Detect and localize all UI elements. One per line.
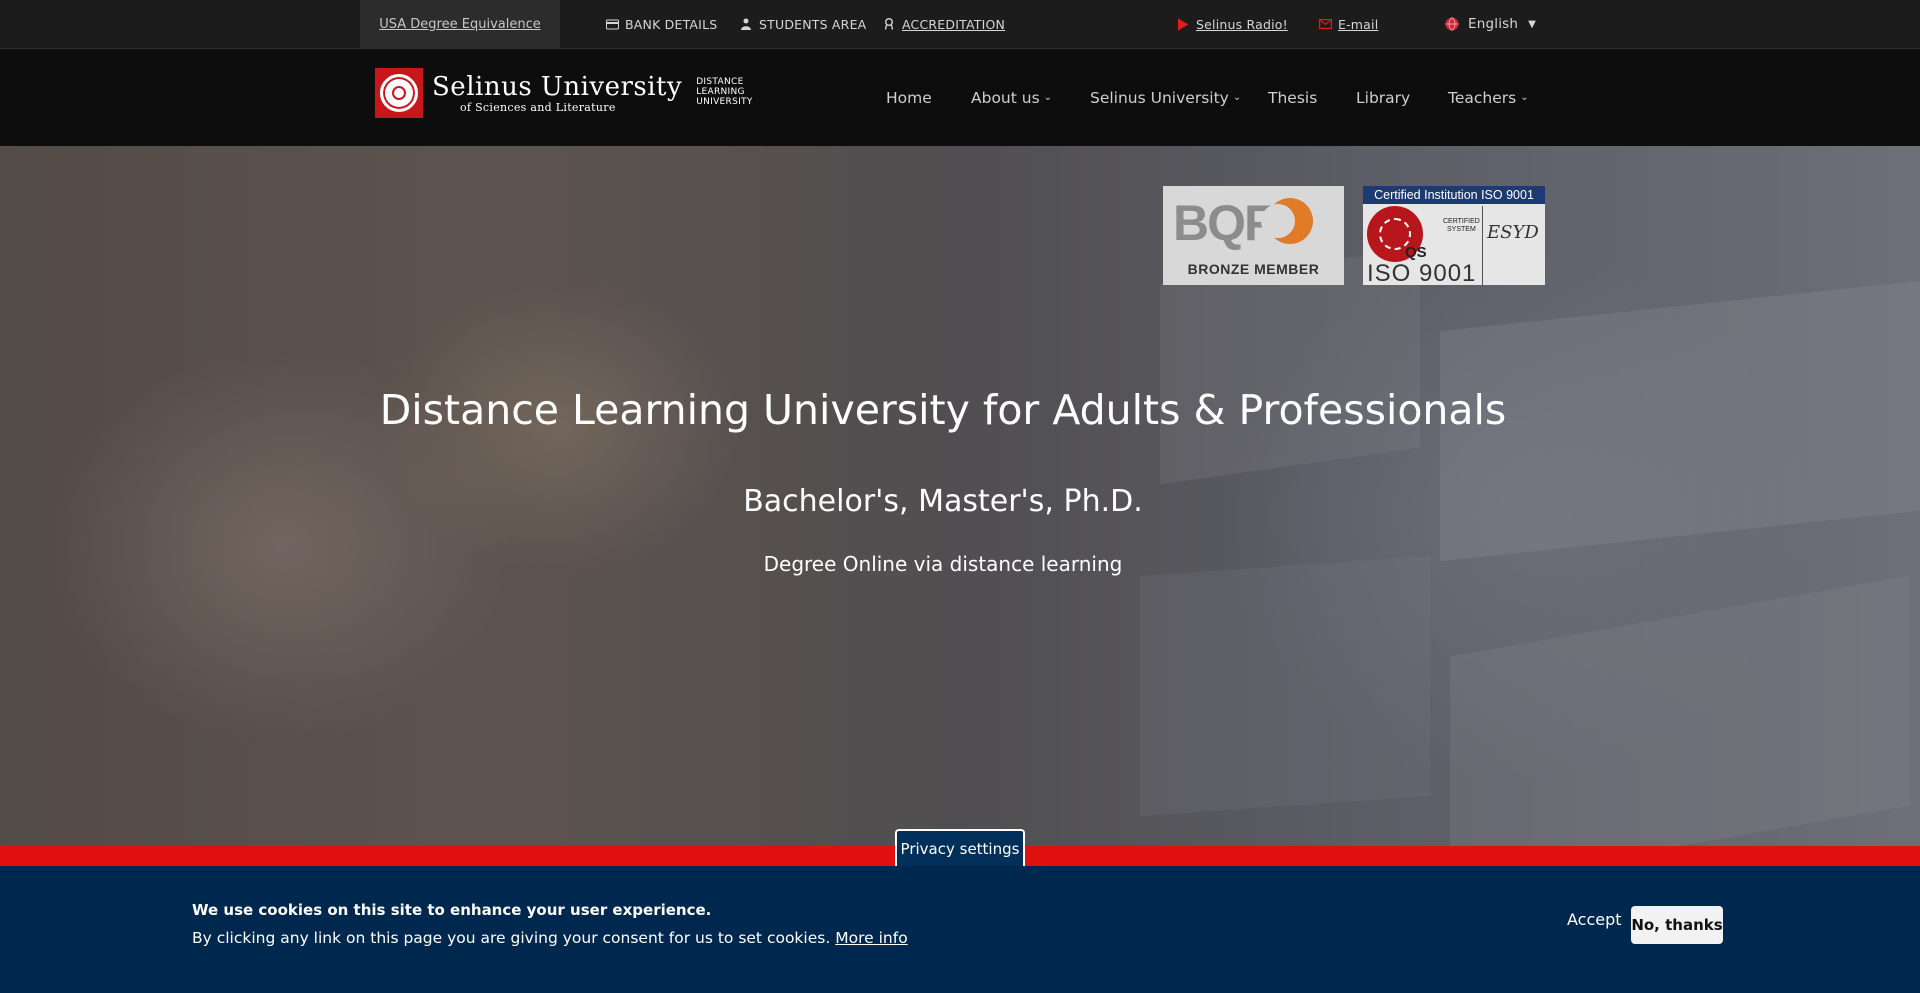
bqf-logo-text: BQF bbox=[1173, 195, 1275, 251]
privacy-settings-tab[interactable]: Privacy settings bbox=[895, 829, 1025, 867]
bank-details-label: BANK DETAILS bbox=[625, 16, 718, 32]
nav-item-label: About us bbox=[971, 88, 1040, 107]
nav-item-label: Thesis bbox=[1268, 88, 1318, 107]
accreditation-link[interactable]: ACCREDITATION bbox=[882, 0, 1005, 48]
chevron-down-icon: ⌄ bbox=[1232, 92, 1242, 103]
award-icon bbox=[882, 17, 896, 31]
students-area-label: STUDENTS AREA bbox=[759, 16, 867, 32]
selinus-radio-label: Selinus Radio! bbox=[1196, 16, 1288, 32]
accept-cookies-button[interactable]: Accept bbox=[1559, 900, 1630, 938]
cookie-consent-banner: We use cookies on this site to enhance y… bbox=[0, 866, 1920, 993]
usa-degree-link[interactable]: USA Degree Equivalence bbox=[360, 0, 560, 49]
logo-subname: of Sciences and Literature bbox=[460, 100, 616, 114]
logo-tagline: DISTANCE LEARNING UNIVERSITY bbox=[696, 77, 753, 108]
chevron-down-icon: ⌄ bbox=[1043, 92, 1053, 103]
nav-item-home[interactable]: Home bbox=[886, 49, 932, 146]
certified-system-label: CERTIFIED SYSTEM bbox=[1443, 218, 1480, 235]
esyd-logo-text: ESYD bbox=[1487, 222, 1539, 243]
certified-line: SYSTEM bbox=[1447, 226, 1476, 234]
language-selector[interactable]: English ▼ bbox=[1445, 0, 1536, 48]
play-icon bbox=[1176, 17, 1190, 31]
bqf-swoosh-icon bbox=[1261, 198, 1313, 244]
nav-item-selinus-university[interactable]: Selinus University ⌄ bbox=[1090, 49, 1241, 146]
certified-line: CERTIFIED bbox=[1443, 218, 1480, 225]
logo-name: Selinus University bbox=[432, 71, 683, 102]
bqf-caption: BRONZE MEMBER bbox=[1187, 261, 1320, 277]
main-header: Selinus University of Sciences and Liter… bbox=[0, 49, 1920, 146]
logo-tagline-line: UNIVERSITY bbox=[696, 96, 753, 107]
nav-item-library[interactable]: Library bbox=[1356, 49, 1410, 146]
nav-item-label: Teachers bbox=[1448, 88, 1517, 107]
cookie-text: By clicking any link on this page you ar… bbox=[192, 929, 831, 947]
nav-item-label: Selinus University bbox=[1090, 88, 1229, 107]
qs-label: QS bbox=[1405, 244, 1427, 261]
university-seal-icon bbox=[375, 68, 423, 118]
email-link[interactable]: E-mail bbox=[1318, 0, 1378, 48]
globe-icon bbox=[1445, 17, 1459, 31]
student-icon bbox=[739, 17, 753, 31]
more-info-link[interactable]: More info bbox=[835, 929, 907, 947]
usa-degree-label: USA Degree Equivalence bbox=[379, 17, 541, 32]
selinus-radio-link[interactable]: Selinus Radio! bbox=[1176, 0, 1288, 48]
cookie-text-line: By clicking any link on this page you ar… bbox=[192, 929, 908, 947]
bank-card-icon bbox=[605, 17, 619, 31]
bqf-bronze-member-badge[interactable]: BQF BRONZE MEMBER bbox=[1163, 186, 1344, 285]
envelope-icon bbox=[1318, 17, 1332, 31]
top-utility-bar: USA Degree Equivalence BANK DETAILS STUD… bbox=[0, 0, 1920, 49]
nav-item-thesis[interactable]: Thesis bbox=[1268, 49, 1317, 146]
iso-9001-badge[interactable]: Certified Institution ISO 9001 QS CERTIF… bbox=[1363, 186, 1545, 287]
nav-item-teachers[interactable]: Teachers ⌄ bbox=[1448, 49, 1529, 146]
accreditation-label: ACCREDITATION bbox=[902, 16, 1006, 32]
chevron-down-icon: ⌄ bbox=[1520, 92, 1529, 103]
site-logo[interactable]: Selinus University of Sciences and Liter… bbox=[375, 67, 753, 119]
iso-standard-label: ISO 9001 bbox=[1367, 260, 1477, 287]
bank-details-link[interactable]: BANK DETAILS bbox=[605, 0, 717, 48]
cookie-title: We use cookies on this site to enhance y… bbox=[192, 901, 712, 919]
hero-tagline: Degree Online via distance learning bbox=[763, 552, 1123, 576]
hero-subtitle: Bachelor's, Master's, Ph.D. bbox=[743, 484, 1143, 519]
hero-title: Distance Learning University for Adults … bbox=[379, 386, 1507, 434]
decline-cookies-button[interactable]: No, thanks bbox=[1631, 906, 1723, 944]
caret-down-icon: ▼ bbox=[1528, 18, 1537, 30]
students-area-link[interactable]: STUDENTS AREA bbox=[739, 0, 866, 48]
hero-banner: BQF BRONZE MEMBER Certified Institution … bbox=[0, 146, 1920, 846]
language-label: English bbox=[1468, 16, 1519, 32]
badge-divider bbox=[1482, 206, 1483, 285]
nav-item-label: Library bbox=[1356, 88, 1411, 107]
nav-item-about-us[interactable]: About us ⌄ bbox=[971, 49, 1052, 146]
email-label: E-mail bbox=[1338, 16, 1379, 32]
iso-badge-header: Certified Institution ISO 9001 bbox=[1363, 186, 1545, 204]
nav-item-label: Home bbox=[886, 88, 932, 107]
